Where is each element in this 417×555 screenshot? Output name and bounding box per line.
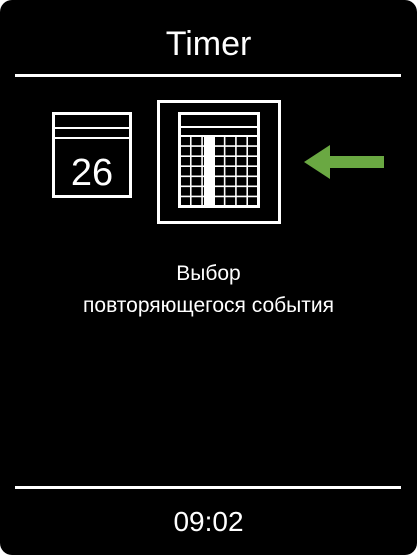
clock-time: 09:02 bbox=[173, 506, 244, 537]
screen-title: Timer bbox=[165, 25, 252, 63]
footer-divider bbox=[15, 486, 401, 489]
option-description: Выбор повторяющегося события bbox=[0, 258, 417, 322]
header-divider bbox=[15, 74, 401, 77]
arrow-left-icon bbox=[304, 145, 384, 179]
option-description-line1: Выбор bbox=[176, 262, 241, 285]
calendar-grid-icon[interactable] bbox=[178, 112, 260, 208]
option-description-line2: повторяющегося события bbox=[83, 294, 334, 317]
timer-screen: Timer 26 Выбор повторяющегося события 09… bbox=[0, 0, 417, 555]
calendar-day-number: 26 bbox=[70, 152, 114, 194]
